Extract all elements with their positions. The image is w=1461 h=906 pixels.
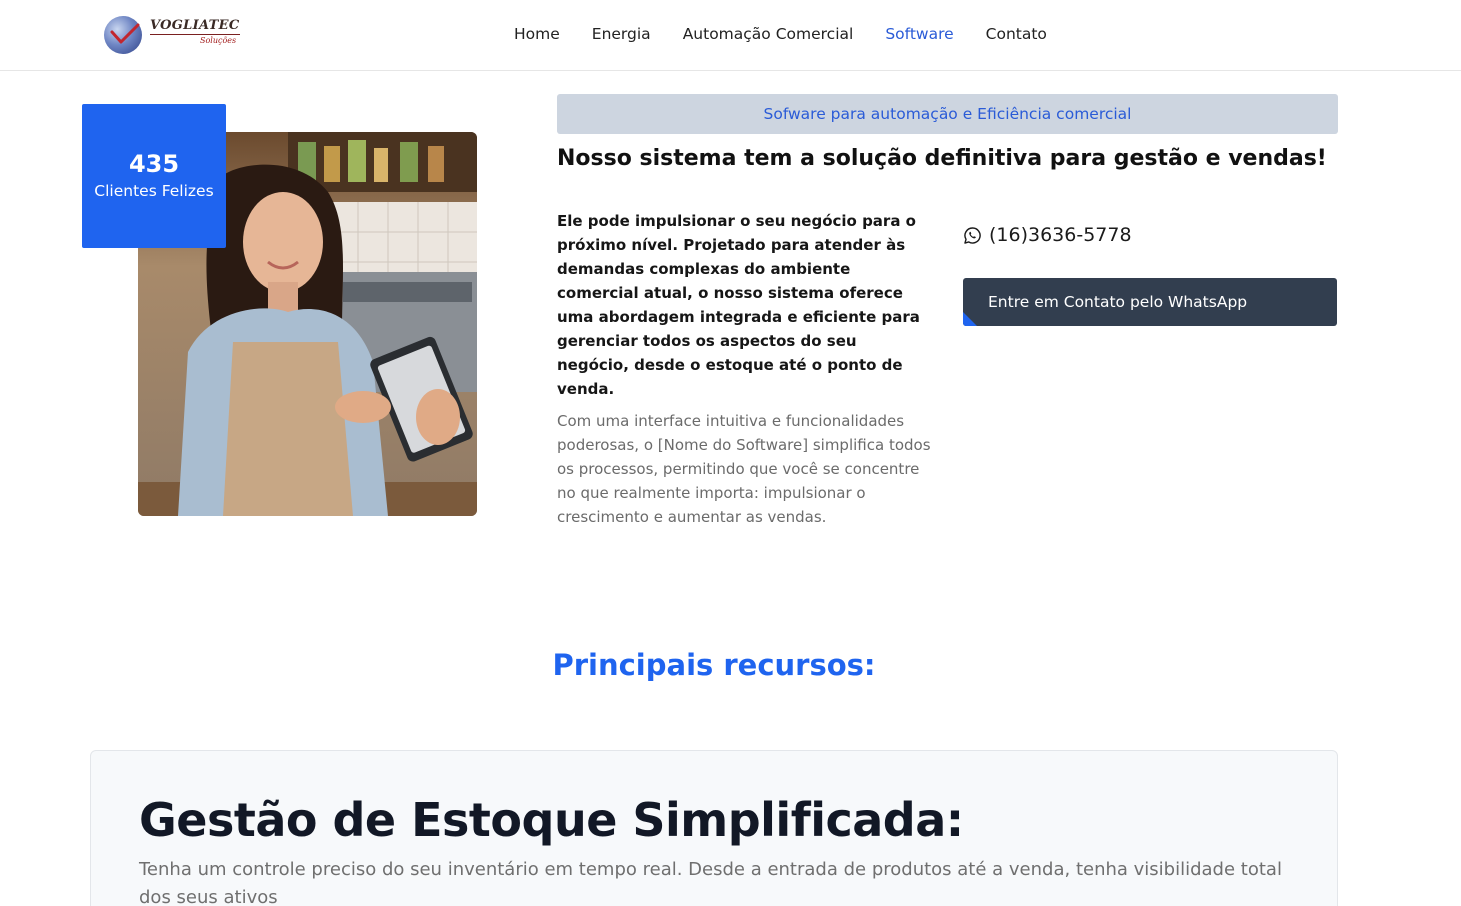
feature-card: Gestão de Estoque Simplificada: Tenha um… [90,750,1338,906]
button-corner-accent [963,312,977,326]
checkmark-logo-icon [110,23,140,44]
hero-paragraph-bold: Ele pode impulsionar o seu negócio para … [557,212,920,398]
brand-logo[interactable]: VOGLIATEC Soluções [104,14,244,56]
hero-headline: Nosso sistema tem a solução definitiva p… [557,146,1327,171]
nav-contato[interactable]: Contato [986,22,1047,46]
phone-number: (16)3636-5778 [989,224,1132,246]
counter-label: Clientes Felizes [94,182,214,200]
feature-card-title: Gestão de Estoque Simplificada: [139,793,964,847]
nav-home[interactable]: Home [514,22,560,46]
features-section-title: Principais recursos: [552,648,876,682]
nav-energia[interactable]: Energia [592,22,651,46]
site-header: VOGLIATEC Soluções Home Energia Automaçã… [0,0,1461,71]
nav-software[interactable]: Software [885,22,953,46]
brand-subtitle: Soluções [200,36,237,45]
hero-tagline: Sofware para automação e Eficiência come… [557,94,1338,134]
nav-automacao-comercial[interactable]: Automação Comercial [683,22,854,46]
counter-value: 435 [128,150,180,178]
feature-card-text: Tenha um controle preciso do seu inventá… [139,859,1282,906]
whatsapp-icon [964,226,981,244]
hero-paragraph-light: Com uma interface intuitiva e funcionali… [557,412,931,526]
phone-contact[interactable]: (16)3636-5778 [963,224,1132,246]
whatsapp-button-label: Entre em Contato pelo WhatsApp [988,293,1248,311]
brand-name: VOGLIATEC [150,18,240,35]
whatsapp-contact-button[interactable]: Entre em Contato pelo WhatsApp [963,278,1337,326]
happy-clients-counter: 435 Clientes Felizes [82,104,226,248]
main-nav: Home Energia Automação Comercial Softwar… [514,22,1079,46]
